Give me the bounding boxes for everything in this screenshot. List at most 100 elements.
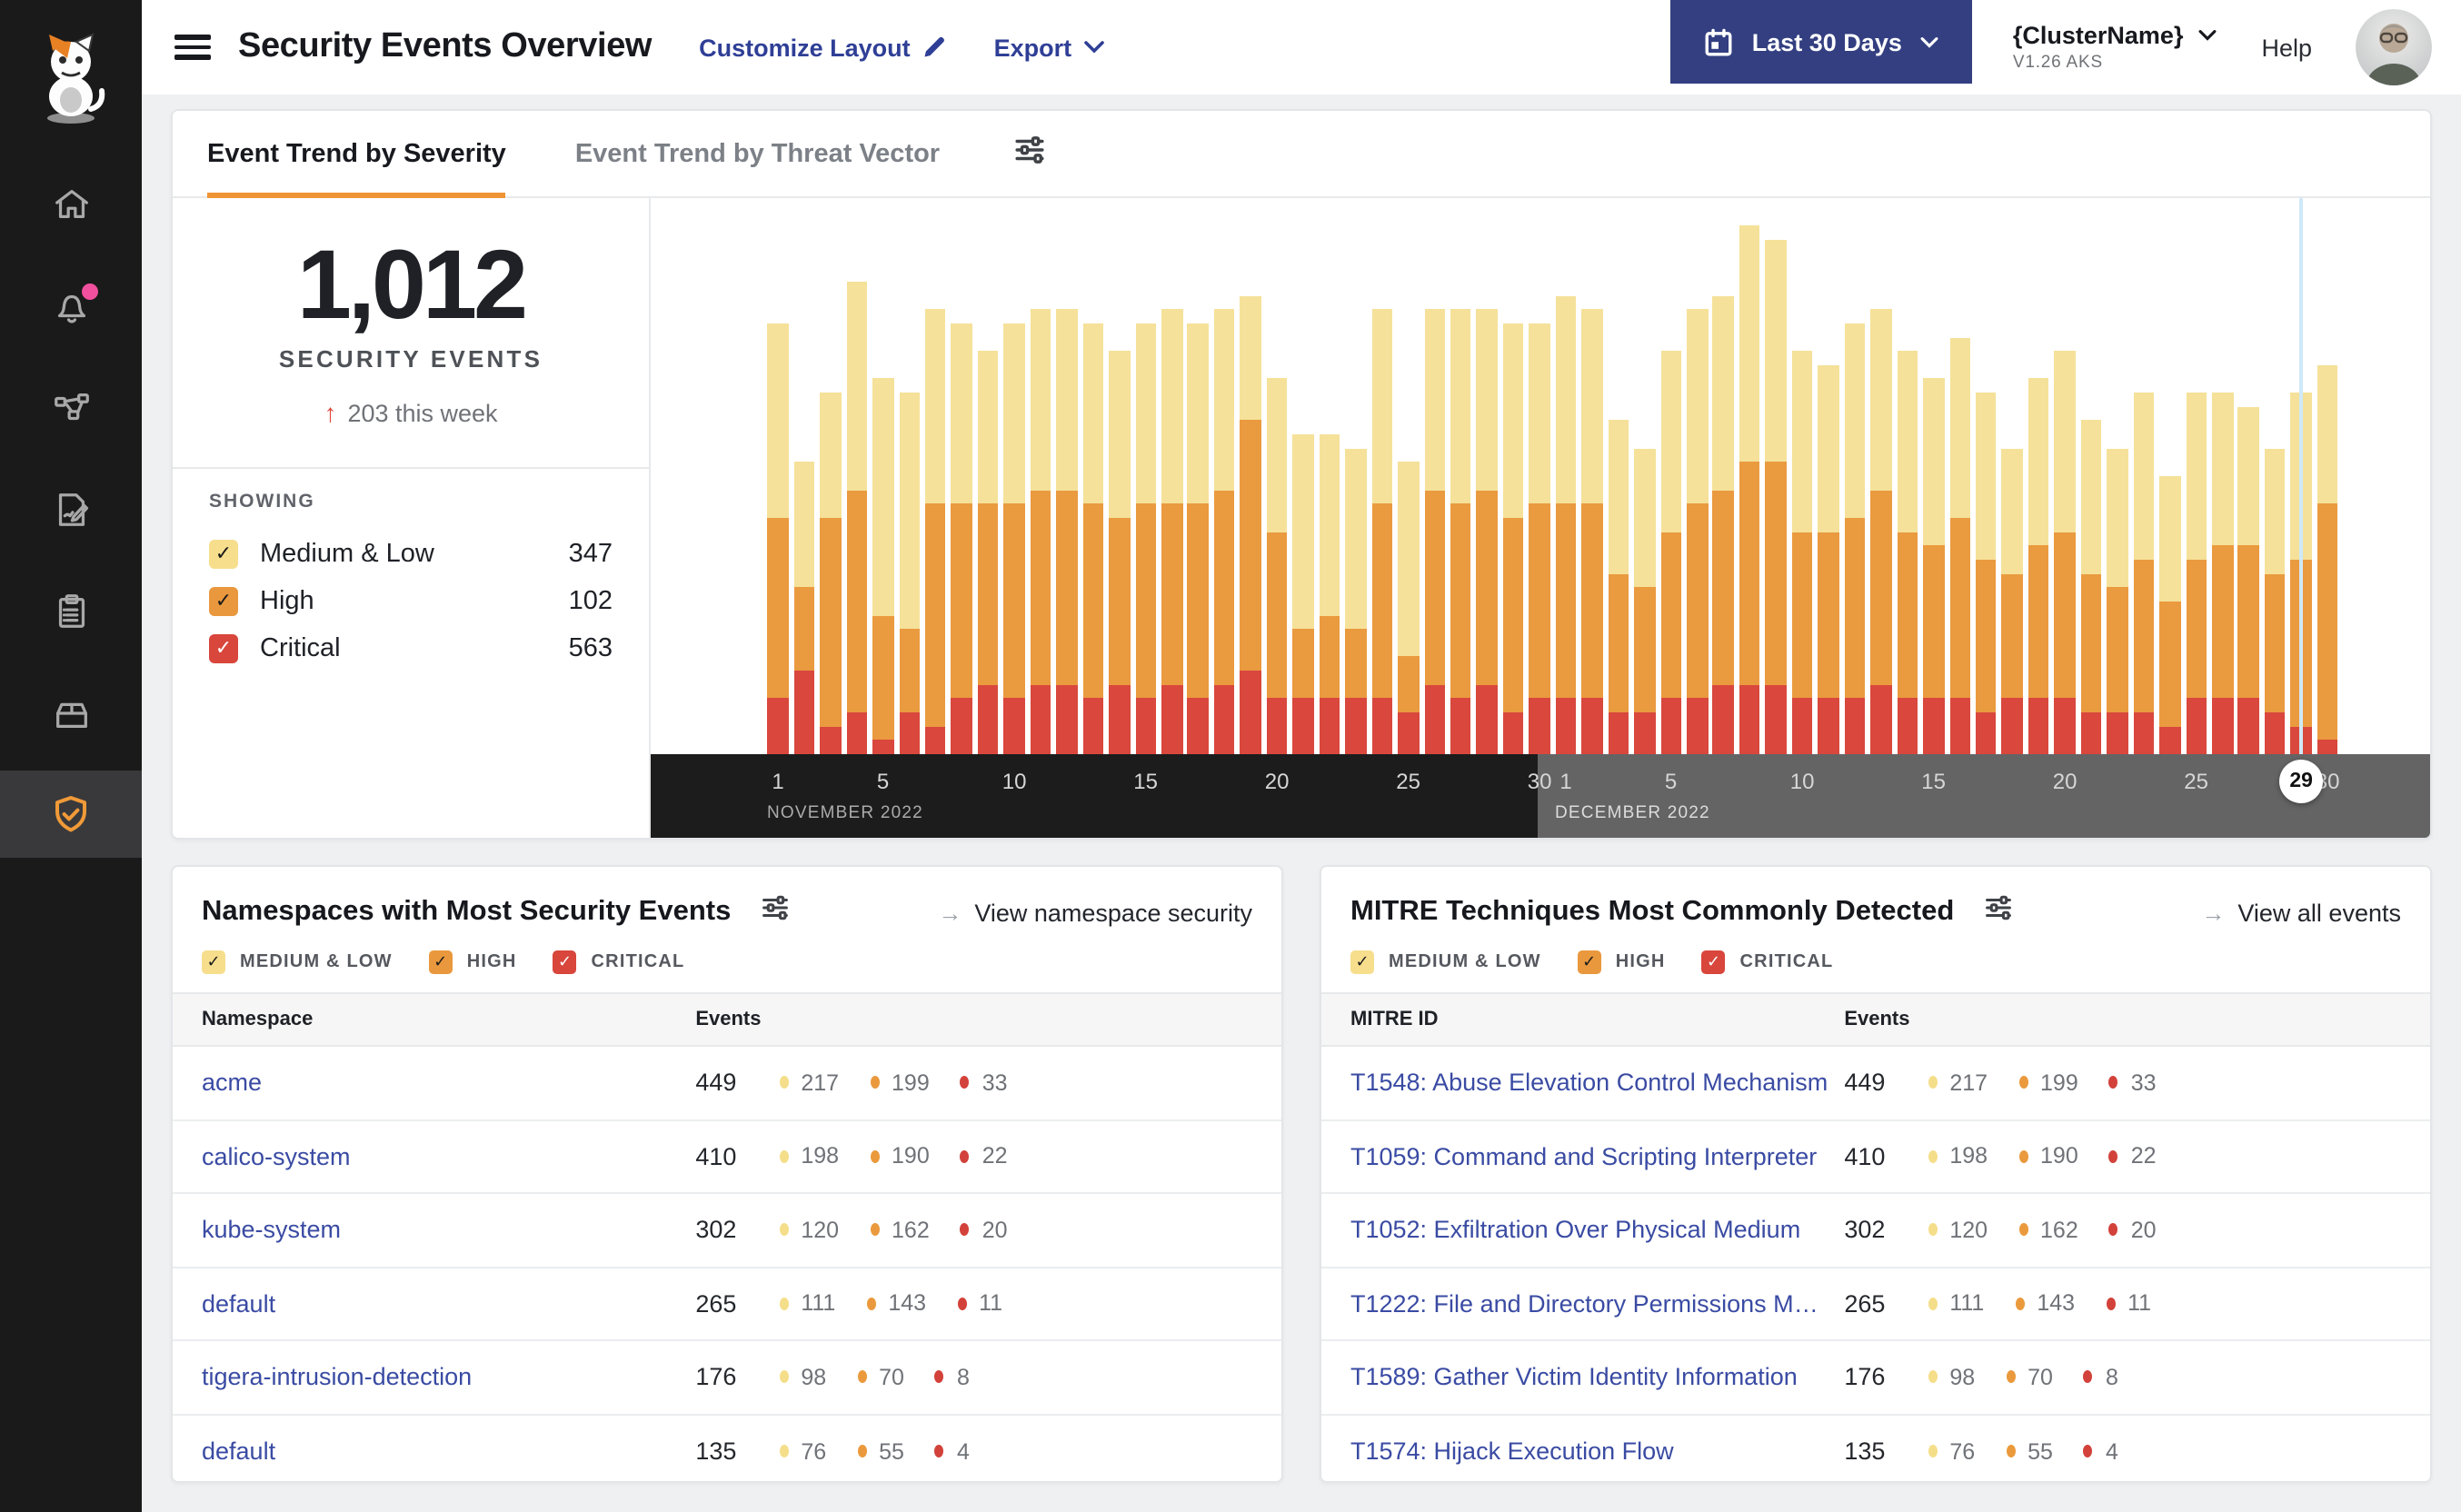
chart-bar[interactable]	[1424, 309, 1445, 754]
critical-checkbox[interactable]	[1701, 950, 1726, 974]
chart-bar[interactable]	[1266, 378, 1288, 754]
chart-bar[interactable]	[924, 309, 946, 754]
medium-low-checkbox[interactable]	[202, 950, 225, 974]
date-range-button[interactable]: Last 30 Days	[1669, 0, 1973, 84]
chart-bar[interactable]	[1398, 462, 1420, 754]
view-namespace-security-link[interactable]: View namespace security	[938, 899, 1252, 926]
chart-bar[interactable]	[1371, 309, 1393, 754]
sidebar-item-home[interactable]	[0, 160, 142, 247]
chart-bar[interactable]	[2159, 476, 2181, 754]
high-checkbox[interactable]	[209, 586, 238, 616]
chart-bar[interactable]	[1608, 420, 1629, 754]
chart-bar[interactable]	[2107, 448, 2128, 754]
sidebar-item-threat-defense[interactable]	[0, 771, 142, 858]
filter-medium-low[interactable]: MEDIUM & LOW	[202, 950, 393, 974]
chart-bar[interactable]	[1529, 323, 1550, 754]
chart-bar[interactable]	[2264, 448, 2286, 754]
chart-bar[interactable]	[1345, 448, 1367, 754]
chart-bar[interactable]	[1003, 323, 1025, 754]
chart-bar[interactable]	[899, 393, 920, 754]
chart-bar[interactable]	[1135, 323, 1157, 754]
chart-bar[interactable]	[1765, 239, 1787, 754]
chart-bar[interactable]	[846, 281, 868, 754]
chart-bar[interactable]	[1712, 295, 1734, 754]
mitre-id-link[interactable]: T1059: Command and Scripting Interpreter	[1350, 1143, 1844, 1170]
help-link[interactable]: Help	[2261, 34, 2312, 61]
chart-bar[interactable]	[2080, 420, 2102, 754]
chart-bar[interactable]	[2054, 351, 2076, 754]
chart-bar[interactable]	[1687, 309, 1708, 754]
namespace-link[interactable]: acme	[202, 1069, 695, 1097]
chart-bar[interactable]	[1739, 225, 1760, 754]
chart-bar[interactable]	[1581, 309, 1603, 754]
filter-critical[interactable]: CRITICAL	[553, 950, 685, 974]
mitre-id-link[interactable]: T1222: File and Directory Permissions Mo…	[1350, 1290, 1844, 1318]
chart-bar[interactable]	[951, 323, 972, 754]
chart-bar[interactable]	[1949, 337, 1970, 754]
sidebar-item-alerts[interactable]	[0, 262, 142, 349]
chart-bar[interactable]	[1292, 434, 1314, 754]
sidebar-item-compliance[interactable]	[0, 567, 142, 654]
chart-bar[interactable]	[2317, 364, 2338, 754]
chart-bar[interactable]	[2186, 393, 2207, 754]
sidebar-item-service-graph[interactable]	[0, 363, 142, 451]
chart-bar[interactable]	[767, 323, 789, 754]
namespaces-settings-sliders-icon[interactable]	[760, 892, 791, 932]
chart-bar[interactable]	[1660, 351, 1682, 754]
chart-bar[interactable]	[1450, 309, 1471, 754]
sidebar-item-policies[interactable]	[0, 465, 142, 552]
medium-low-checkbox[interactable]	[209, 539, 238, 569]
chart-bar[interactable]	[977, 351, 999, 754]
mitre-id-link[interactable]: T1574: Hijack Execution Flow	[1350, 1438, 1844, 1466]
namespace-link[interactable]: kube-system	[202, 1217, 695, 1244]
chart-bar[interactable]	[2028, 378, 2049, 754]
namespace-link[interactable]: default	[202, 1290, 695, 1318]
chart-bar[interactable]	[2237, 406, 2259, 754]
chart-bar[interactable]	[2133, 393, 2155, 754]
legend-critical[interactable]: Critical 563	[209, 624, 613, 671]
calico-cat-logo[interactable]	[0, 0, 142, 160]
chart-bar[interactable]	[1870, 309, 1892, 754]
legend-high[interactable]: High 102	[209, 577, 613, 624]
medium-low-checkbox[interactable]	[1350, 950, 1374, 974]
trend-settings-sliders-icon[interactable]	[1012, 132, 1047, 175]
sidebar-item-image-assurance[interactable]	[0, 669, 142, 756]
chart-bar[interactable]	[1502, 323, 1524, 754]
chart-bar[interactable]	[793, 462, 815, 754]
tab-event-trend-by-severity[interactable]: Event Trend by Severity	[207, 111, 507, 198]
filter-critical[interactable]: CRITICAL	[1701, 950, 1834, 974]
chart-bar[interactable]	[1082, 323, 1104, 754]
chart-bar[interactable]	[1213, 309, 1235, 754]
chart-bar[interactable]	[1844, 323, 1866, 754]
user-avatar[interactable]	[2356, 9, 2432, 85]
filter-medium-low[interactable]: MEDIUM & LOW	[1350, 950, 1541, 974]
chart-bar[interactable]	[1555, 295, 1577, 754]
chart-bar[interactable]	[1030, 309, 1051, 754]
legend-medium-low[interactable]: Medium & Low 347	[209, 530, 613, 577]
chart-bar[interactable]	[2212, 393, 2233, 754]
chart-bar[interactable]	[1187, 323, 1209, 754]
hamburger-menu-icon[interactable]	[174, 29, 211, 65]
cluster-selector[interactable]: {ClusterName} V1.26 AKS	[2013, 22, 2218, 73]
filter-high[interactable]: HIGH	[1577, 950, 1666, 974]
chart-bar[interactable]	[1109, 351, 1131, 754]
chart-bar[interactable]	[1923, 378, 1945, 754]
chart-bar[interactable]	[820, 393, 842, 754]
namespace-link[interactable]: tigera-intrusion-detection	[202, 1364, 695, 1391]
view-all-events-link[interactable]: View all events	[2201, 899, 2401, 926]
chart-bar[interactable]	[1818, 364, 1839, 754]
chart-bar[interactable]	[872, 378, 894, 754]
selected-day-marker[interactable]: 29	[2279, 760, 2324, 803]
chart-bar[interactable]	[1319, 434, 1340, 754]
tab-event-trend-by-threat-vector[interactable]: Event Trend by Threat Vector	[575, 111, 940, 196]
chart-bar[interactable]	[1161, 309, 1182, 754]
mitre-id-link[interactable]: T1548: Abuse Elevation Control Mechanism	[1350, 1069, 1844, 1097]
customize-layout-button[interactable]: Customize Layout	[699, 34, 947, 61]
critical-checkbox[interactable]	[209, 633, 238, 663]
critical-checkbox[interactable]	[553, 950, 577, 974]
chart-bar[interactable]	[1634, 448, 1656, 754]
chart-bar[interactable]	[1476, 309, 1498, 754]
chart-bar[interactable]	[1975, 393, 1997, 754]
chart-bar[interactable]	[1791, 351, 1813, 754]
chart-bar[interactable]	[2001, 448, 2023, 754]
